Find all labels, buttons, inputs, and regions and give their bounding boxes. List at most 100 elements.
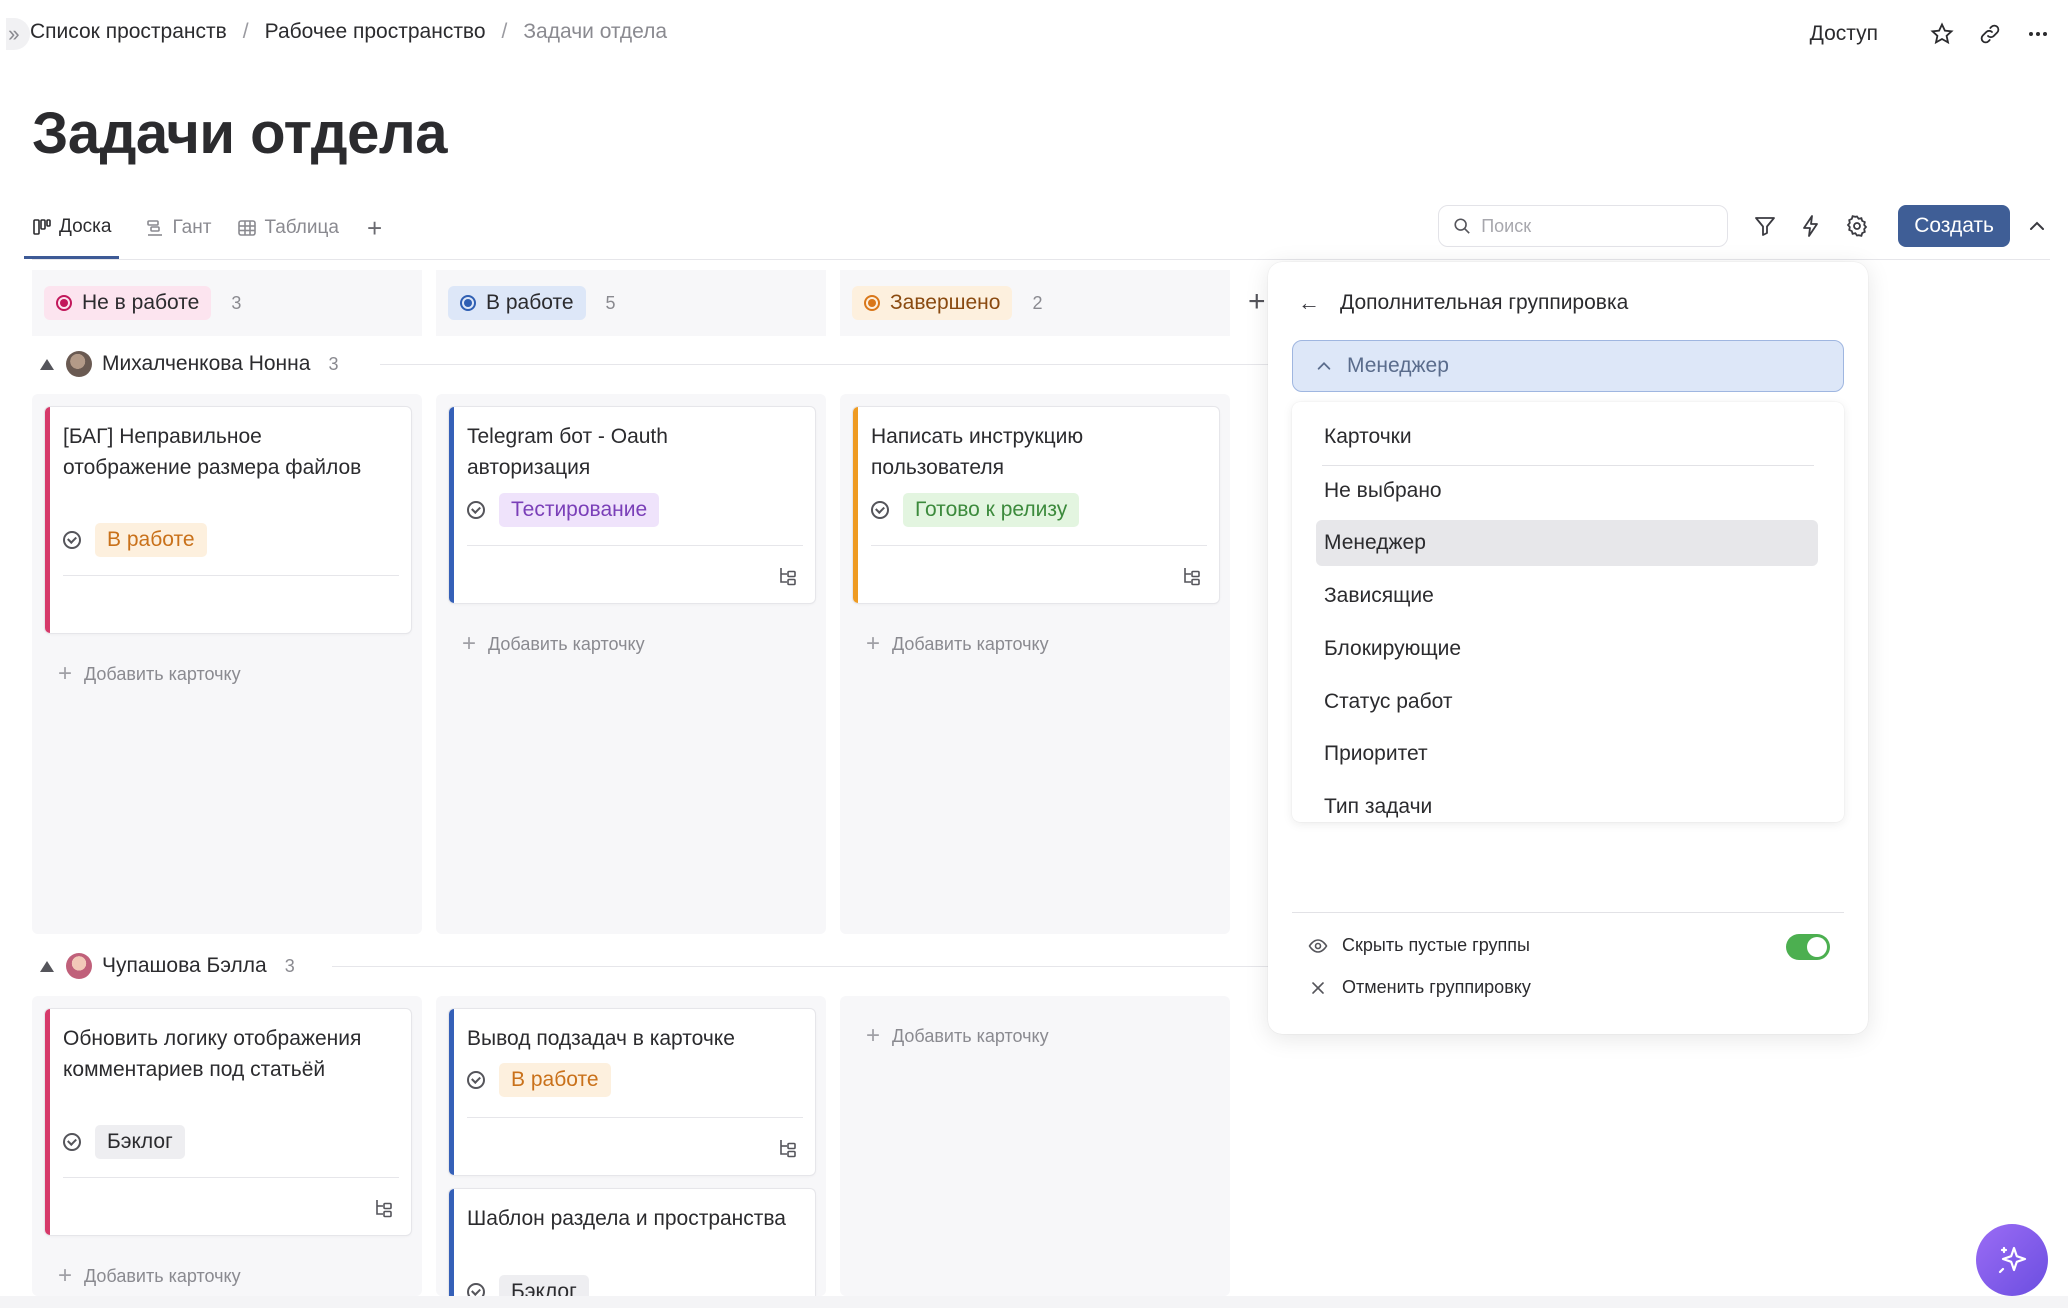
- status-pill[interactable]: Не в работе: [44, 286, 212, 320]
- card-title: Обновить логику отображения комментариев…: [63, 1027, 362, 1081]
- ai-assistant-button[interactable]: [1976, 1224, 2048, 1296]
- add-card-button[interactable]: + Добавить карточку: [58, 660, 241, 688]
- add-card-label: Добавить карточку: [892, 1025, 1049, 1046]
- column-label: Завершено: [890, 291, 1001, 314]
- star-icon[interactable]: [1928, 20, 1956, 48]
- group-name: Михалченкова Нонна: [102, 352, 311, 375]
- tab-gantt[interactable]: Гант: [145, 208, 211, 248]
- add-column-button[interactable]: +: [1248, 284, 1266, 320]
- subtasks-icon[interactable]: [777, 1137, 799, 1159]
- collapse-triangle-icon[interactable]: [40, 358, 54, 370]
- card-title: Вывод подзадач в карточке: [467, 1027, 735, 1050]
- breadcrumb-separator: /: [501, 20, 508, 43]
- group-header[interactable]: Чупашова Бэлла 3: [32, 948, 295, 984]
- add-view-button[interactable]: +: [367, 208, 382, 248]
- more-icon[interactable]: [2024, 20, 2052, 48]
- grouping-panel: ← Дополнительная группировка Менеджер Ка…: [1268, 262, 1868, 1034]
- chevron-up-icon: [1317, 362, 1331, 370]
- filter-icon[interactable]: [1748, 209, 1782, 243]
- arrow-left-icon[interactable]: ←: [1298, 290, 1320, 316]
- status-dot-icon: [864, 295, 880, 311]
- task-card[interactable]: Telegram бот - Oauth авторизация Тестиро…: [448, 406, 816, 604]
- card-accent: [45, 407, 50, 633]
- breadcrumb-item-workspace[interactable]: Рабочее пространство: [265, 20, 486, 44]
- hide-empty-toggle[interactable]: [1786, 934, 1830, 960]
- breadcrumb-separator: /: [242, 20, 249, 43]
- card-status[interactable]: В работе: [63, 523, 207, 557]
- link-icon[interactable]: [1976, 20, 2004, 48]
- add-card-button[interactable]: + Добавить карточку: [866, 630, 1049, 658]
- status-pill[interactable]: Завершено: [852, 286, 1013, 320]
- column-count: 5: [605, 292, 616, 313]
- task-card[interactable]: Шаблон раздела и пространства Бэклог: [448, 1188, 816, 1296]
- tab-board[interactable]: Доска: [24, 208, 120, 259]
- task-card[interactable]: Обновить логику отображения комментариев…: [44, 1008, 412, 1236]
- breadcrumb-item-spaces[interactable]: Список пространств: [30, 20, 227, 44]
- board-toolbar: Поиск Создать: [1438, 204, 2050, 248]
- subtasks-icon[interactable]: [373, 1197, 395, 1219]
- add-card-button[interactable]: + Добавить карточку: [866, 1022, 1049, 1050]
- sidebar-expand-icon[interactable]: ››: [6, 18, 30, 50]
- status-check-icon: [467, 1071, 485, 1089]
- status-pill[interactable]: В работе: [448, 286, 586, 320]
- option-cards[interactable]: Карточки: [1316, 414, 1818, 460]
- search-input[interactable]: Поиск: [1438, 205, 1729, 247]
- tab-label: Гант: [172, 217, 212, 238]
- task-card[interactable]: [БАГ] Неправильное отображение размера ф…: [44, 406, 412, 634]
- panel-divider: [1292, 912, 1844, 913]
- option-work-status[interactable]: Статус работ: [1316, 679, 1818, 725]
- group-header[interactable]: Михалченкова Нонна 3: [32, 346, 338, 382]
- status-check-icon: [63, 531, 81, 549]
- add-card-button[interactable]: + Добавить карточку: [462, 630, 645, 658]
- task-card[interactable]: Вывод подзадач в карточке В работе: [448, 1008, 816, 1176]
- subtasks-icon[interactable]: [1181, 565, 1203, 587]
- top-actions: Доступ: [1810, 14, 2052, 54]
- top-bar: ›› Список пространств / Рабочее простран…: [0, 0, 2068, 68]
- add-card-label: Добавить карточку: [488, 633, 645, 654]
- plus-icon: +: [866, 1022, 881, 1049]
- close-icon: [1308, 981, 1328, 995]
- collapse-triangle-icon[interactable]: [40, 960, 54, 972]
- card-status[interactable]: В работе: [467, 1063, 611, 1097]
- plus-icon: +: [866, 630, 881, 657]
- card-status[interactable]: Бэклог: [63, 1125, 185, 1159]
- hide-empty-row[interactable]: Скрыть пустые группы: [1308, 935, 1530, 956]
- tab-table[interactable]: Таблица: [237, 208, 339, 248]
- option-priority[interactable]: Приоритет: [1316, 731, 1818, 777]
- card-title: Написать инструкцию пользователя: [871, 425, 1084, 479]
- grouping-select[interactable]: Менеджер: [1292, 340, 1844, 392]
- card-status[interactable]: Готово к релизу: [871, 493, 1080, 527]
- card-status[interactable]: Бэклог: [467, 1275, 589, 1296]
- task-card[interactable]: Написать инструкцию пользователя Готово …: [852, 406, 1220, 604]
- status-check-icon: [467, 501, 485, 519]
- settings-icon[interactable]: [1840, 209, 1874, 243]
- status-check-icon: [467, 1283, 485, 1296]
- add-card-label: Добавить карточку: [84, 663, 241, 684]
- sparkle-icon: [1998, 1246, 2027, 1274]
- status-tag: Бэклог: [499, 1275, 589, 1296]
- tab-label: Доска: [59, 215, 112, 237]
- option-manager[interactable]: Менеджер: [1316, 520, 1818, 566]
- option-blocking[interactable]: Блокирующие: [1316, 626, 1818, 672]
- option-dependent[interactable]: Зависящие: [1316, 573, 1818, 619]
- option-task-type[interactable]: Тип задачи: [1316, 784, 1818, 822]
- view-tabs: Доска Гант Таблица +: [24, 208, 382, 260]
- add-card-label: Добавить карточку: [892, 633, 1049, 654]
- panel-title: Дополнительная группировка: [1340, 291, 1629, 314]
- card-status[interactable]: Тестирование: [467, 493, 660, 527]
- status-tag: В работе: [499, 1063, 611, 1097]
- status-check-icon: [871, 501, 889, 519]
- create-button[interactable]: Создать: [1898, 205, 2010, 247]
- plus-icon: +: [58, 1262, 73, 1289]
- option-none[interactable]: Не выбрано: [1316, 468, 1818, 514]
- automation-icon[interactable]: [1794, 209, 1828, 243]
- group-name: Чупашова Бэлла: [102, 954, 267, 977]
- status-tag: Готово к релизу: [903, 493, 1080, 527]
- chevron-up-icon[interactable]: [2024, 216, 2050, 236]
- add-card-button[interactable]: + Добавить карточку: [58, 1262, 241, 1290]
- column-header-in-progress: В работе 5: [436, 270, 826, 336]
- access-button[interactable]: Доступ: [1810, 22, 1878, 46]
- grouping-options-list: Карточки Не выбрано Менеджер Зависящие Б…: [1292, 402, 1844, 822]
- subtasks-icon[interactable]: [777, 565, 799, 587]
- cancel-grouping-row[interactable]: Отменить группировку: [1308, 977, 1531, 998]
